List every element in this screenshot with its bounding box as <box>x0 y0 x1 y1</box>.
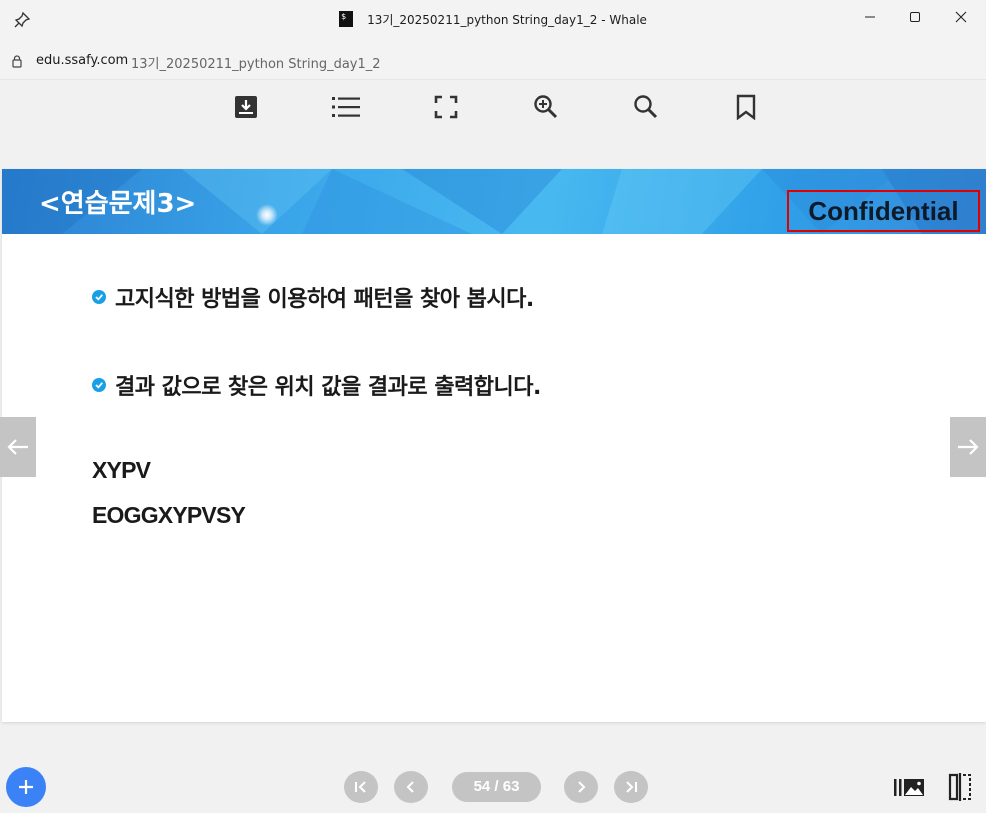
bullet-item: 결과 값으로 찾은 위치 값을 결과로 출력합니다. <box>92 369 541 401</box>
site-favicon-icon <box>339 11 354 27</box>
last-page-button[interactable] <box>614 771 648 803</box>
download-icon[interactable] <box>231 92 261 122</box>
pattern-string: XYPV <box>92 457 151 483</box>
thumbnail-view-button[interactable] <box>892 772 926 802</box>
title-bar: 13기_20250211_python String_day1_2 - Whal… <box>0 0 986 40</box>
maximize-button[interactable] <box>900 6 930 28</box>
lock-icon[interactable] <box>10 53 24 68</box>
list-icon[interactable] <box>331 92 361 122</box>
slide-header-banner: <연습문제3> Confidential <box>2 169 986 234</box>
bookmark-icon[interactable] <box>731 92 761 122</box>
split-view-button[interactable] <box>943 772 977 802</box>
last-page-icon <box>626 781 637 793</box>
bullet-text: 고지식한 방법을 이용하여 패턴을 찾아 봅시다. <box>115 287 534 312</box>
light-glow <box>256 204 278 226</box>
gallery-icon <box>894 779 924 796</box>
next-page-button[interactable] <box>564 771 598 803</box>
split-view-icon <box>948 773 971 801</box>
fullscreen-icon[interactable] <box>431 92 461 122</box>
next-page-arrow[interactable] <box>950 417 986 477</box>
check-icon <box>92 378 106 392</box>
window-title: 13기_20250211_python String_day1_2 - Whal… <box>0 11 986 28</box>
prev-page-arrow[interactable] <box>0 417 36 477</box>
bullet-item: 고지식한 방법을 이용하여 패턴을 찾아 봅시다. <box>92 281 534 313</box>
slide-page: <연습문제3> Confidential 고지식한 방법을 이용하여 패턴을 찾… <box>2 169 986 722</box>
check-icon <box>92 290 106 304</box>
prev-page-button[interactable] <box>394 771 428 803</box>
search-icon[interactable] <box>631 92 661 122</box>
text-string: EOGGXYPVSY <box>92 502 246 528</box>
slide-title: <연습문제3> <box>39 189 197 219</box>
zoom-in-icon[interactable] <box>531 92 561 122</box>
bullet-text: 결과 값으로 찾은 위치 값을 결과로 출력합니다. <box>115 375 541 400</box>
first-page-icon <box>355 781 366 793</box>
address-bar[interactable]: edu.ssafy.com 13기_20250211_python String… <box>0 40 986 80</box>
chevron-left-icon <box>406 781 414 793</box>
add-button[interactable] <box>6 767 46 807</box>
plus-icon <box>19 780 33 794</box>
first-page-button[interactable] <box>344 771 378 803</box>
url-path[interactable]: 13기_20250211_python String_day1_2 <box>131 53 381 72</box>
page-indicator[interactable]: 54 / 63 <box>452 772 541 802</box>
minimize-button[interactable] <box>855 6 885 28</box>
confidential-badge: Confidential <box>787 190 980 232</box>
chevron-right-icon <box>578 781 586 793</box>
close-button[interactable] <box>946 6 976 28</box>
url-domain[interactable]: edu.ssafy.com <box>36 53 128 68</box>
